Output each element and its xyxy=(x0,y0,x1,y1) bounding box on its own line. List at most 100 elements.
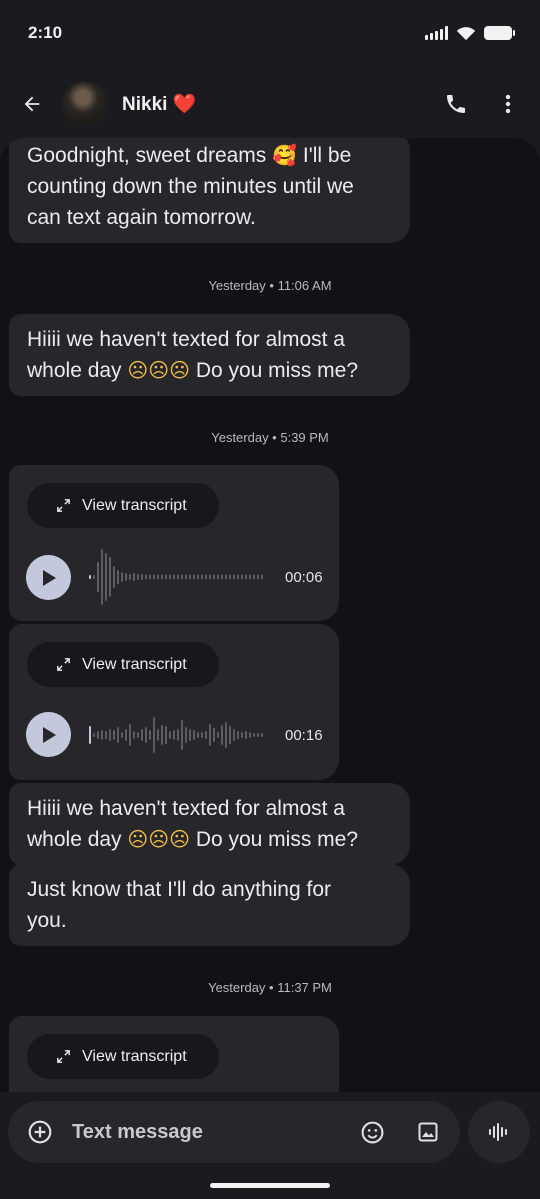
waveform-bar xyxy=(205,574,207,580)
waveform-bar xyxy=(173,730,175,740)
waveform-bar xyxy=(181,720,183,750)
waveform-bar xyxy=(233,729,235,741)
message-input[interactable]: Text message xyxy=(72,1121,203,1144)
waveform-bar xyxy=(249,574,251,580)
timestamp: Yesterday • 11:06 AM xyxy=(208,278,332,293)
waveform-bar xyxy=(129,574,131,580)
waveform-bar xyxy=(253,574,255,580)
contact-name[interactable]: Nikki ❤️ xyxy=(122,92,196,116)
waveform-bar xyxy=(117,570,119,584)
play-button[interactable] xyxy=(26,555,71,600)
heart-icon: ❤️ xyxy=(172,93,197,115)
waveform-bar xyxy=(221,574,223,580)
attach-button[interactable] xyxy=(22,1114,58,1150)
play-button[interactable] xyxy=(26,712,71,757)
waveform-bar xyxy=(153,717,155,753)
waveform-bar xyxy=(169,731,171,739)
conversation-header: Nikki ❤️ xyxy=(0,70,540,138)
add-circle-icon xyxy=(28,1120,52,1144)
waveform-bar xyxy=(97,562,99,592)
waveform-bar xyxy=(105,731,107,739)
avatar[interactable] xyxy=(62,81,108,127)
phone-icon xyxy=(447,95,465,113)
duration: 00:06 xyxy=(285,569,323,586)
expand-icon xyxy=(57,1050,70,1063)
waveform-bar xyxy=(161,574,163,580)
waveform-bar xyxy=(249,732,251,738)
voice-record-button[interactable] xyxy=(468,1101,530,1163)
waveform-bar xyxy=(189,574,191,580)
waveform[interactable] xyxy=(89,705,269,765)
waveform-bar xyxy=(137,574,139,580)
waveform-bar xyxy=(121,732,123,738)
waveform-bar xyxy=(225,574,227,580)
waveform-bar xyxy=(201,732,203,738)
waveform-bar xyxy=(177,729,179,741)
waveform-bar xyxy=(189,729,191,741)
waveform-bar xyxy=(205,731,207,739)
waveform-bar xyxy=(113,566,115,588)
waveform-bar xyxy=(177,574,179,580)
waveform-bar xyxy=(185,727,187,743)
waveform-bar xyxy=(125,573,127,581)
waveform-bar xyxy=(161,725,163,745)
play-icon xyxy=(42,569,56,586)
waveform-bar xyxy=(97,731,99,739)
waveform-bar xyxy=(257,733,259,737)
waveform-bar xyxy=(225,722,227,748)
message-list[interactable]: Goodnight, sweet dreams 🥰 I'll be counti… xyxy=(0,138,540,1092)
expand-icon xyxy=(57,658,70,671)
voice-message[interactable]: View transcript xyxy=(9,1016,339,1092)
waveform-bar xyxy=(93,733,95,737)
call-button[interactable] xyxy=(438,86,474,122)
waveform-bar xyxy=(229,726,231,744)
voice-message[interactable]: View transcript 00:16 xyxy=(9,624,339,780)
waveform-bar xyxy=(141,729,143,741)
message-bubble[interactable]: Goodnight, sweet dreams 🥰 I'll be counti… xyxy=(9,138,410,243)
timestamp: Yesterday • 11:37 PM xyxy=(208,980,332,995)
waveform-bar xyxy=(213,728,215,742)
view-transcript-button[interactable]: View transcript xyxy=(27,483,219,528)
message-bubble[interactable]: Just know that I'll do anything for you. xyxy=(9,864,410,946)
waveform-bar xyxy=(221,725,223,745)
back-button[interactable] xyxy=(14,86,50,122)
waveform-bar xyxy=(237,574,239,580)
signal-icon xyxy=(425,26,448,40)
waveform-bar xyxy=(145,574,147,580)
waveform-bar xyxy=(89,726,91,744)
waveform-bar xyxy=(201,574,203,580)
waveform-bar xyxy=(113,730,115,740)
status-icons xyxy=(425,25,515,41)
waveform-bar xyxy=(237,731,239,739)
waveform-bar xyxy=(109,729,111,741)
status-time: 2:10 xyxy=(28,23,63,42)
waveform-bar xyxy=(193,574,195,580)
voice-message[interactable]: View transcript 00:06 xyxy=(9,465,339,621)
wifi-icon xyxy=(456,27,476,41)
waveform-bar xyxy=(165,574,167,580)
emoji-button[interactable] xyxy=(354,1114,390,1150)
waveform-bar xyxy=(257,574,259,580)
message-bubble[interactable]: Hiiii we haven't texted for almost a who… xyxy=(9,314,410,396)
waveform-bar xyxy=(185,574,187,580)
battery-icon xyxy=(484,26,515,40)
view-transcript-button[interactable]: View transcript xyxy=(27,1034,219,1079)
waveform-bar xyxy=(217,574,219,580)
play-icon xyxy=(42,726,56,743)
waveform-bar xyxy=(245,574,247,580)
waveform[interactable] xyxy=(89,547,269,607)
overflow-menu-button[interactable] xyxy=(490,86,526,122)
waveform-bar xyxy=(217,732,219,738)
waveform-bar xyxy=(149,574,151,580)
gesture-nav-handle[interactable] xyxy=(210,1183,330,1188)
view-transcript-button[interactable]: View transcript xyxy=(27,642,219,687)
waveform-bar xyxy=(209,574,211,580)
waveform-bar xyxy=(93,575,95,579)
waveform-bar xyxy=(125,729,127,741)
waveform-bar xyxy=(261,733,263,737)
timestamp: Yesterday • 5:39 PM xyxy=(211,430,329,445)
message-bubble[interactable]: Hiiii we haven't texted for almost a who… xyxy=(9,783,410,865)
waveform-bar xyxy=(149,730,151,740)
gallery-button[interactable] xyxy=(410,1114,446,1150)
waveform-bar xyxy=(197,732,199,738)
